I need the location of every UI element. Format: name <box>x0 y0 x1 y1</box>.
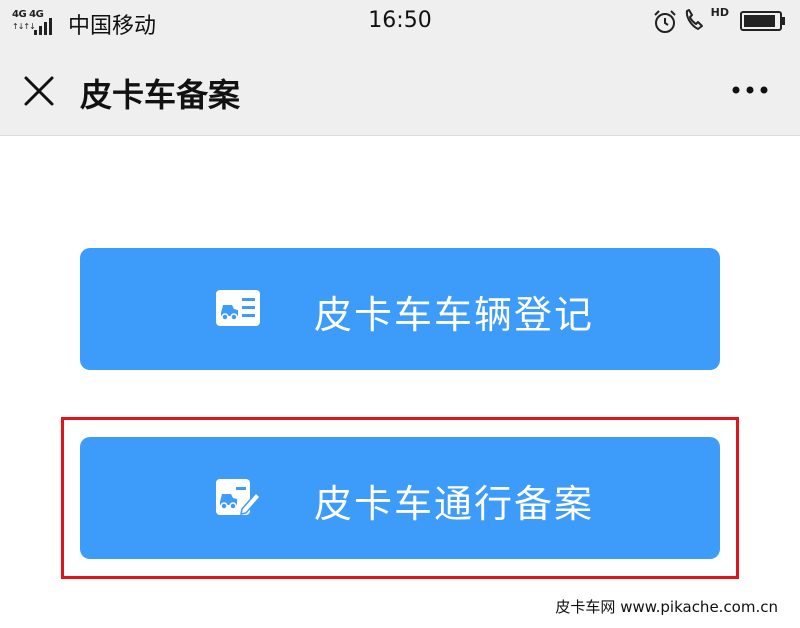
more-dots-icon[interactable] <box>728 74 772 106</box>
vehicle-registration-label: 皮卡车车辆登记 <box>314 293 595 337</box>
vehicle-card-icon <box>216 290 260 326</box>
call-icon <box>685 9 703 30</box>
status-bar: 4G 4G ↑↓↑↓ 中国移动 16:50 HD <box>0 0 800 44</box>
status-icons: HD <box>606 6 786 36</box>
page-title: 皮卡车备案 <box>80 76 241 114</box>
pass-record-label: 皮卡车通行备案 <box>314 482 595 526</box>
alarm-icon <box>654 10 676 33</box>
hd-label: HD <box>710 6 729 19</box>
close-icon[interactable] <box>20 72 58 110</box>
vehicle-registration-button[interactable]: 皮卡车车辆登记 <box>80 248 720 370</box>
site-watermark: 皮卡车网 www.pikache.com.cn <box>555 598 778 616</box>
battery-icon <box>740 11 785 31</box>
vehicle-card-edit-icon <box>216 479 262 515</box>
pass-record-button[interactable]: 皮卡车通行备案 <box>80 437 720 559</box>
nav-bar: 皮卡车备案 <box>0 44 800 136</box>
